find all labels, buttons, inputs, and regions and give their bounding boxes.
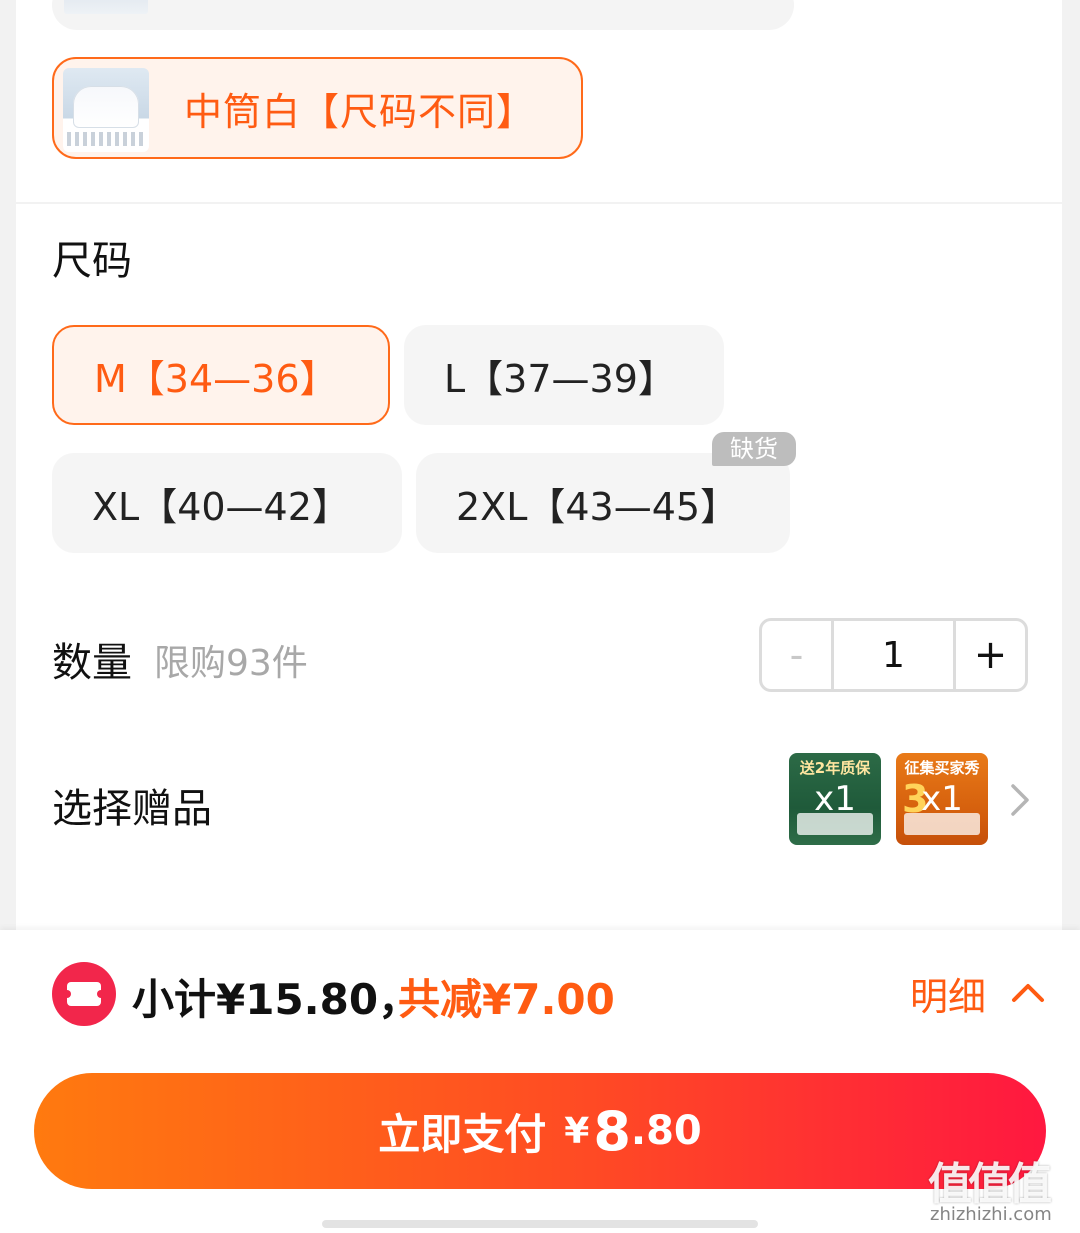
section-divider — [16, 202, 1062, 204]
quantity-increase-button[interactable]: + — [956, 621, 1025, 689]
pay-button-label: 立即支付 — [378, 1109, 547, 1159]
quantity-input[interactable]: 1 — [834, 621, 956, 689]
home-indicator — [322, 1220, 758, 1228]
pay-amount-decimal: .80 — [630, 1108, 702, 1154]
right-edge — [1062, 0, 1080, 930]
gift-section-label: 选择赠品 — [52, 786, 212, 832]
gift-item-warranty[interactable]: 送2年质保 x1 — [789, 753, 881, 845]
previous-variant-option[interactable] — [52, 0, 794, 30]
quantity-decrease-button[interactable]: - — [762, 621, 834, 689]
gift-card-plate — [797, 813, 873, 835]
quantity-stepper: - 1 + — [759, 618, 1028, 692]
gift-title: 征集买家秀 — [904, 759, 980, 777]
size-option-xl[interactable]: XL【40—42】 — [52, 453, 402, 553]
quantity-label: 数量 — [52, 640, 132, 686]
previous-variant-thumbnail — [64, 0, 148, 14]
variant-label: 中筒白【尺码不同】 — [184, 90, 536, 134]
pay-now-button[interactable]: 立即支付 ¥ 8 .80 — [34, 1073, 1046, 1189]
variant-option-selected[interactable]: 中筒白【尺码不同】 — [52, 57, 583, 159]
discount-text: 共减¥7.00 — [398, 975, 615, 1024]
pay-currency: ¥ — [564, 1110, 590, 1152]
size-chart-strip — [67, 132, 145, 146]
size-option-l[interactable]: L【37—39】 — [404, 325, 724, 425]
purchase-limit-text: 限购93件 — [154, 643, 308, 684]
watermark-url: zhizhizhi.com — [930, 1204, 1052, 1225]
pay-amount-integer: 8 — [593, 1099, 631, 1163]
coupon-icon — [52, 962, 116, 1026]
chevron-right-icon[interactable] — [1005, 780, 1035, 820]
size-section-title: 尺码 — [52, 238, 132, 284]
watermark-logo: 值值值 — [928, 1159, 1052, 1210]
gift-title: 送2年质保 — [799, 759, 871, 777]
gift-item-buyer-show[interactable]: 征集买家秀 3 x1 — [896, 753, 988, 845]
price-detail-link[interactable]: 明细 — [910, 966, 986, 1021]
chevron-up-icon[interactable] — [1008, 972, 1048, 1012]
size-option-2xl[interactable]: 2XL【43—45】 — [416, 453, 790, 553]
left-edge — [0, 0, 16, 930]
out-of-stock-badge: 缺货 — [712, 432, 796, 466]
shoe-cover-image — [73, 86, 139, 128]
subtotal-text: 小计¥15.80， — [132, 975, 421, 1024]
variant-thumbnail — [63, 68, 149, 152]
size-option-m[interactable]: M【34—36】 — [52, 325, 390, 425]
gift-card-plate — [904, 813, 980, 835]
